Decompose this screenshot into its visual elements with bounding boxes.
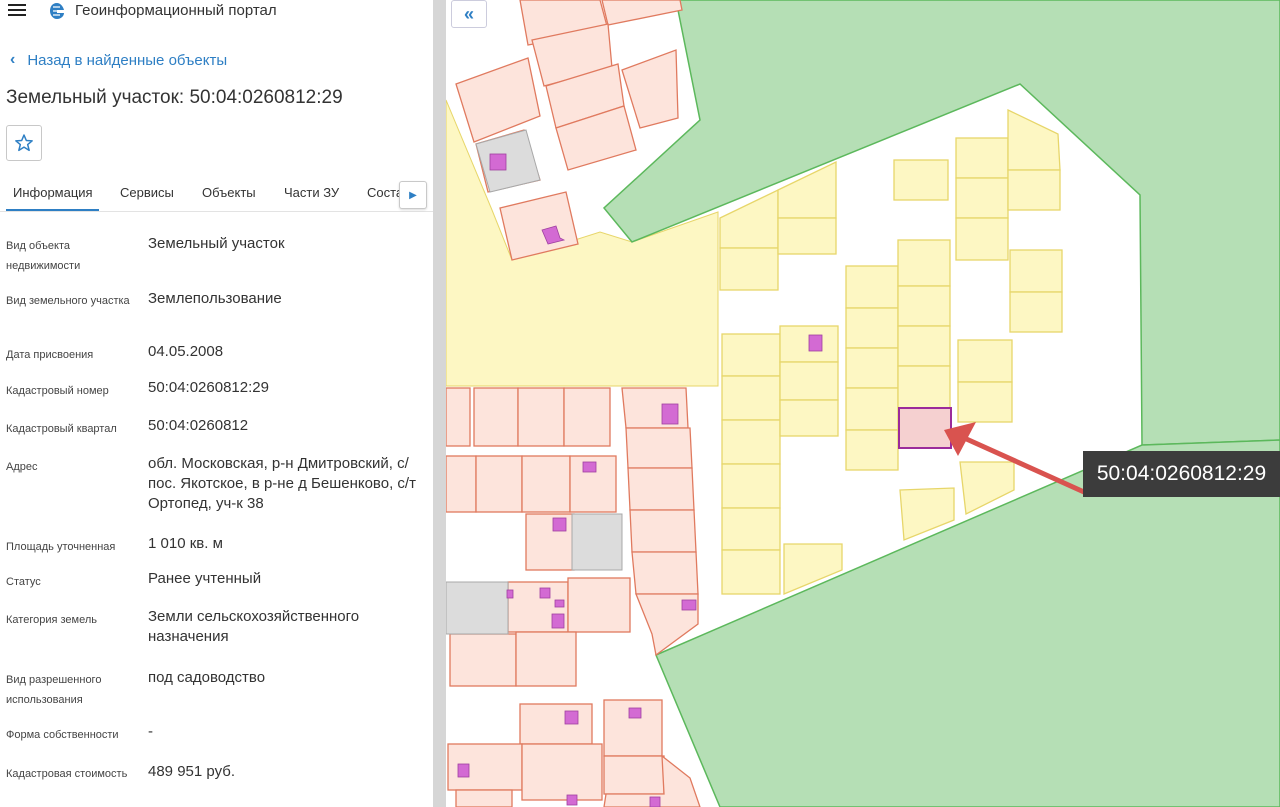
active-tab-indicator [6, 209, 99, 211]
info-value: Ранее учтенный [148, 570, 262, 587]
info-label: Категория земель [6, 614, 97, 626]
star-icon [15, 134, 33, 152]
tab-services[interactable]: Сервисы [120, 185, 174, 200]
info-label: Форма собственности [6, 729, 119, 741]
info-value: 50:04:0260812:29 [148, 379, 269, 396]
chevron-left-icon: ‹ [10, 51, 16, 68]
collapse-panel-button[interactable]: « [451, 0, 487, 28]
top-bar: Геоинформационный портал [0, 0, 433, 24]
info-value: Земельный участок [148, 235, 285, 252]
info-value: под садоводство [148, 669, 266, 686]
app-title: Геоинформационный портал [75, 2, 277, 19]
portal-logo-icon [50, 3, 64, 19]
info-label: Кадастровый номер [6, 385, 109, 397]
tab-objects[interactable]: Объекты [202, 185, 256, 200]
tabs-scroll-right-button[interactable]: ▶ [399, 181, 427, 209]
info-value: 04.05.2008 [148, 343, 224, 360]
info-label: Адрес [6, 461, 38, 473]
object-title: Земельный участок: 50:04:0260812:29 [6, 87, 343, 108]
info-label: Статус [6, 576, 41, 588]
info-label: Площадь уточненная [6, 541, 116, 553]
cadastral-number-callout: 50:04:0260812:29 [1083, 451, 1280, 497]
info-value: обл. Московская, р-н Дмитровский, с/пос.… [148, 455, 416, 512]
back-to-results-link[interactable]: ‹ Назад в найденные объекты [10, 51, 227, 69]
info-value: 489 951 руб. [148, 763, 235, 780]
tab-parts[interactable]: Части ЗУ [284, 185, 339, 200]
tab-composition[interactable]: Соста [367, 185, 403, 200]
info-value: 1 010 кв. м [148, 535, 223, 552]
favorite-button[interactable] [6, 125, 42, 161]
info-label: Дата присвоения [6, 349, 94, 361]
menu-icon[interactable] [8, 2, 26, 18]
info-value: - [148, 723, 153, 740]
info-label: Кадастровая стоимость [6, 768, 128, 780]
info-value: Землепользование [148, 290, 282, 307]
info-label: Вид объекта недвижимости [6, 240, 81, 272]
info-value: Земли сельскохозяйственного назначения [148, 608, 360, 645]
tab-information[interactable]: Информация [13, 185, 93, 200]
selected-parcel[interactable] [898, 407, 952, 449]
tab-bar: Информация Сервисы Объекты Части ЗУ Сост… [0, 176, 433, 212]
info-label: Вид разрешенного использования [6, 674, 102, 706]
map-canvas[interactable] [446, 0, 1280, 807]
map-view[interactable] [446, 0, 1280, 807]
caret-right-icon: ▶ [409, 189, 417, 201]
parcels-red [446, 0, 701, 807]
info-label: Вид земельного участка [6, 295, 130, 307]
double-chevron-left-icon: « [463, 3, 474, 24]
info-label: Кадастровый квартал [6, 423, 117, 435]
panel-splitter[interactable] [433, 0, 446, 807]
info-value: 50:04:0260812 [148, 417, 249, 434]
back-link-label: Назад в найденные объекты [27, 51, 228, 69]
info-panel: Геоинформационный портал ‹ Назад в найде… [0, 0, 433, 807]
